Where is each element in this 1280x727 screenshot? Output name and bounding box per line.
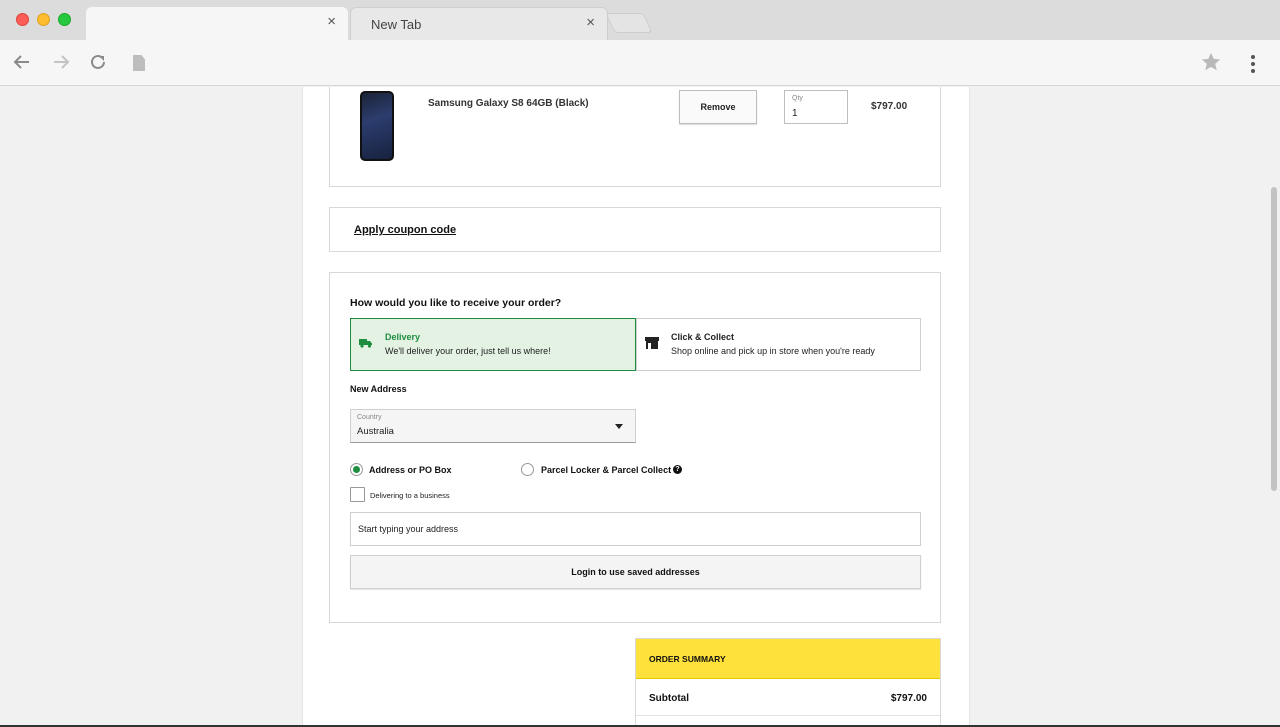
browser-tab-new-tab[interactable]: New Tab × (350, 7, 608, 40)
parcel-locker-label: Parcel Locker & Parcel Collect (541, 465, 672, 475)
subtotal-label: Subtotal (649, 693, 689, 704)
product-image (360, 91, 394, 161)
country-value: Australia (357, 426, 394, 437)
forward-arrow-icon[interactable] (51, 52, 71, 72)
tab-close-icon[interactable]: × (327, 13, 336, 30)
order-summary: ORDER SUMMARY Subtotal $797.00 (635, 638, 941, 727)
chevron-down-icon (615, 424, 623, 429)
menu-dots-icon[interactable] (1251, 55, 1255, 76)
delivery-option[interactable]: Delivery We'll deliver your order, just … (350, 318, 636, 371)
order-summary-title: ORDER SUMMARY (649, 654, 726, 664)
fulfilment-card: How would you like to receive your order… (329, 272, 941, 623)
apply-coupon-link[interactable]: Apply coupon code (354, 224, 456, 236)
page-viewport: Samsung Galaxy S8 64GB (Black) Remove Qt… (0, 87, 1280, 727)
truck-icon (359, 339, 372, 348)
country-select[interactable]: Country Australia (350, 409, 636, 443)
address-search-input[interactable]: Start typing your address (350, 512, 921, 546)
business-checkbox-label: Delivering to a business (370, 491, 450, 500)
cart-item-card: Samsung Galaxy S8 64GB (Black) Remove Qt… (329, 87, 941, 187)
back-arrow-icon[interactable] (12, 52, 32, 72)
reload-icon[interactable] (88, 52, 108, 72)
store-icon (645, 337, 659, 349)
item-price: $797.00 (871, 101, 908, 112)
quantity-label: Qty (792, 95, 803, 102)
delivery-option-subtitle: We'll deliver your order, just tell us w… (385, 346, 551, 356)
quantity-field[interactable]: Qty 1 (784, 90, 848, 124)
tab-title: New Tab (371, 17, 422, 32)
address-po-box-radio[interactable] (350, 463, 363, 476)
quantity-value: 1 (792, 108, 798, 119)
country-label: Country (357, 414, 382, 421)
new-tab-button[interactable] (605, 13, 653, 33)
page-icon (133, 55, 145, 71)
fulfilment-question: How would you like to receive your order… (350, 297, 562, 309)
click-collect-option-subtitle: Shop online and pick up in store when yo… (671, 346, 875, 356)
delivery-option-title: Delivery (385, 332, 421, 342)
browser-tab-active[interactable]: × (86, 7, 348, 40)
business-checkbox[interactable] (350, 487, 365, 502)
window-zoom-button[interactable] (58, 13, 71, 26)
tab-close-icon[interactable]: × (586, 14, 595, 31)
subtotal-value: $797.00 (890, 693, 927, 704)
address-po-box-label: Address or PO Box (369, 465, 452, 475)
browser-toolbar (0, 40, 1280, 86)
product-name: Samsung Galaxy S8 64GB (Black) (428, 98, 589, 109)
click-collect-option-title: Click & Collect (671, 332, 735, 342)
window-minimize-button[interactable] (37, 13, 50, 26)
coupon-card: Apply coupon code (329, 207, 941, 252)
help-icon[interactable]: ? (673, 465, 682, 474)
order-summary-header: ORDER SUMMARY (636, 639, 940, 679)
login-saved-addresses-button[interactable]: Login to use saved addresses (350, 555, 921, 589)
page-scrollbar[interactable] (1271, 187, 1277, 491)
remove-button[interactable]: Remove (679, 90, 757, 124)
address-placeholder: Start typing your address (358, 524, 459, 534)
summary-divider (636, 715, 940, 716)
browser-tab-bar: × New Tab × (0, 0, 1280, 40)
parcel-locker-radio[interactable] (521, 463, 534, 476)
star-icon[interactable] (1200, 51, 1222, 73)
click-collect-option[interactable]: Click & Collect Shop online and pick up … (636, 318, 921, 371)
new-address-heading: New Address (350, 384, 407, 394)
window-close-button[interactable] (16, 13, 29, 26)
